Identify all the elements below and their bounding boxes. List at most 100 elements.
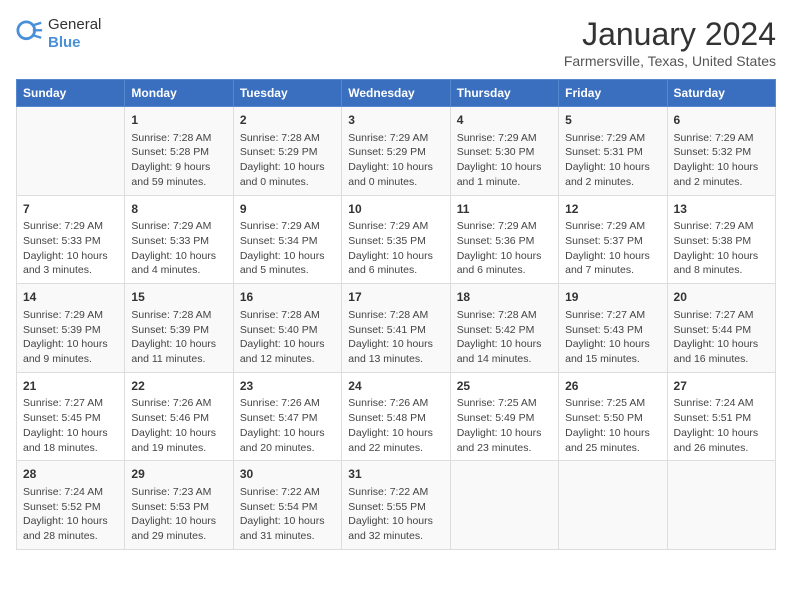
calendar-row-2: 7Sunrise: 7:29 AM Sunset: 5:33 PM Daylig… [17, 195, 776, 284]
calendar-row-5: 28Sunrise: 7:24 AM Sunset: 5:52 PM Dayli… [17, 461, 776, 550]
logo-line1: General [48, 16, 101, 34]
page-header: General Blue January 2024 Farmersville, … [16, 16, 776, 69]
calendar-title: January 2024 [564, 16, 776, 53]
weekday-header-saturday: Saturday [667, 80, 775, 107]
day-number: 11 [457, 201, 552, 218]
day-number: 9 [240, 201, 335, 218]
day-info: Sunrise: 7:28 AM Sunset: 5:41 PM Dayligh… [348, 308, 443, 367]
day-number: 29 [131, 466, 226, 483]
calendar-cell: 13Sunrise: 7:29 AM Sunset: 5:38 PM Dayli… [667, 195, 775, 284]
day-number: 20 [674, 289, 769, 306]
day-number: 2 [240, 112, 335, 129]
calendar-cell: 25Sunrise: 7:25 AM Sunset: 5:49 PM Dayli… [450, 372, 558, 461]
day-info: Sunrise: 7:25 AM Sunset: 5:50 PM Dayligh… [565, 396, 660, 455]
calendar-cell: 11Sunrise: 7:29 AM Sunset: 5:36 PM Dayli… [450, 195, 558, 284]
calendar-cell: 2 Sunrise: 7:28 AM Sunset: 5:29 PM Daylig… [233, 107, 341, 196]
day-info: Sunrise: 7:29 AM Sunset: 5:38 PM Dayligh… [674, 219, 769, 278]
calendar-cell: 26Sunrise: 7:25 AM Sunset: 5:50 PM Dayli… [559, 372, 667, 461]
calendar-cell [559, 461, 667, 550]
calendar-cell: 10Sunrise: 7:29 AM Sunset: 5:35 PM Dayli… [342, 195, 450, 284]
day-info: Sunrise: 7:28 AM Sunset: 5:40 PM Dayligh… [240, 308, 335, 367]
calendar-cell: 3Sunrise: 7:29 AM Sunset: 5:29 PM Daylig… [342, 107, 450, 196]
day-info: Sunrise: 7:26 AM Sunset: 5:48 PM Dayligh… [348, 396, 443, 455]
day-number: 15 [131, 289, 226, 306]
day-info: Sunrise: 7:29 AM Sunset: 5:32 PM Dayligh… [674, 131, 769, 190]
calendar-row-3: 14 Sunrise: 7:29 AM Sunset: 5:39 PM Dayli… [17, 284, 776, 373]
calendar-table: SundayMondayTuesdayWednesdayThursdayFrid… [16, 79, 776, 550]
day-number: 4 [457, 112, 552, 129]
logo-line2: Blue [48, 34, 101, 52]
calendar-cell: 15 Sunrise: 7:28 AM Sunset: 5:39 PM Dayli… [125, 284, 233, 373]
day-info: Sunrise: 7:29 AM Sunset: 5:34 PM Dayligh… [240, 219, 335, 278]
calendar-cell: 24Sunrise: 7:26 AM Sunset: 5:48 PM Dayli… [342, 372, 450, 461]
day-number: 17 [348, 289, 443, 306]
weekday-header-thursday: Thursday [450, 80, 558, 107]
weekday-header-friday: Friday [559, 80, 667, 107]
day-number: 16 [240, 289, 335, 306]
day-number: 30 [240, 466, 335, 483]
day-info: Sunrise: 7:27 AM Sunset: 5:45 PM Dayligh… [23, 396, 118, 455]
day-number: 31 [348, 466, 443, 483]
calendar-cell: 17 Sunrise: 7:28 AM Sunset: 5:41 PM Dayli… [342, 284, 450, 373]
day-number: 26 [565, 378, 660, 395]
logo: General Blue [16, 16, 101, 52]
day-number: 27 [674, 378, 769, 395]
calendar-cell: 7Sunrise: 7:29 AM Sunset: 5:33 PM Daylig… [17, 195, 125, 284]
day-info: Sunrise: 7:28 AM Sunset: 5:42 PM Dayligh… [457, 308, 552, 367]
calendar-cell: 4 Sunrise: 7:29 AM Sunset: 5:30 PM Daylig… [450, 107, 558, 196]
day-number: 7 [23, 201, 118, 218]
day-number: 18 [457, 289, 552, 306]
calendar-cell: 23Sunrise: 7:26 AM Sunset: 5:47 PM Dayli… [233, 372, 341, 461]
calendar-cell: 16 Sunrise: 7:28 AM Sunset: 5:40 PM Dayli… [233, 284, 341, 373]
weekday-header-monday: Monday [125, 80, 233, 107]
day-number: 13 [674, 201, 769, 218]
day-number: 1 [131, 112, 226, 129]
day-info: Sunrise: 7:28 AM Sunset: 5:39 PM Dayligh… [131, 308, 226, 367]
calendar-cell: 20 Sunrise: 7:27 AM Sunset: 5:44 PM Dayli… [667, 284, 775, 373]
day-info: Sunrise: 7:29 AM Sunset: 5:30 PM Dayligh… [457, 131, 552, 190]
calendar-cell: 5Sunrise: 7:29 AM Sunset: 5:31 PM Daylig… [559, 107, 667, 196]
day-info: Sunrise: 7:29 AM Sunset: 5:39 PM Dayligh… [23, 308, 118, 367]
day-info: Sunrise: 7:28 AM Sunset: 5:28 PM Dayligh… [131, 131, 226, 190]
calendar-cell: 19 Sunrise: 7:27 AM Sunset: 5:43 PM Dayli… [559, 284, 667, 373]
day-number: 21 [23, 378, 118, 395]
calendar-cell: 22Sunrise: 7:26 AM Sunset: 5:46 PM Dayli… [125, 372, 233, 461]
calendar-subtitle: Farmersville, Texas, United States [564, 53, 776, 69]
day-number: 24 [348, 378, 443, 395]
calendar-cell [667, 461, 775, 550]
weekday-header-sunday: Sunday [17, 80, 125, 107]
title-block: January 2024 Farmersville, Texas, United… [564, 16, 776, 69]
day-info: Sunrise: 7:26 AM Sunset: 5:47 PM Dayligh… [240, 396, 335, 455]
day-number: 22 [131, 378, 226, 395]
day-number: 23 [240, 378, 335, 395]
day-info: Sunrise: 7:29 AM Sunset: 5:35 PM Dayligh… [348, 219, 443, 278]
day-info: Sunrise: 7:28 AM Sunset: 5:29 PM Dayligh… [240, 131, 335, 190]
day-number: 3 [348, 112, 443, 129]
calendar-cell: 9Sunrise: 7:29 AM Sunset: 5:34 PM Daylig… [233, 195, 341, 284]
day-info: Sunrise: 7:22 AM Sunset: 5:55 PM Dayligh… [348, 485, 443, 544]
calendar-cell: 27Sunrise: 7:24 AM Sunset: 5:51 PM Dayli… [667, 372, 775, 461]
calendar-cell: 8Sunrise: 7:29 AM Sunset: 5:33 PM Daylig… [125, 195, 233, 284]
calendar-cell: 31 Sunrise: 7:22 AM Sunset: 5:55 PM Dayli… [342, 461, 450, 550]
day-info: Sunrise: 7:26 AM Sunset: 5:46 PM Dayligh… [131, 396, 226, 455]
day-number: 6 [674, 112, 769, 129]
day-number: 10 [348, 201, 443, 218]
day-number: 28 [23, 466, 118, 483]
calendar-cell [17, 107, 125, 196]
calendar-cell: 29 Sunrise: 7:23 AM Sunset: 5:53 PM Dayli… [125, 461, 233, 550]
day-info: Sunrise: 7:25 AM Sunset: 5:49 PM Dayligh… [457, 396, 552, 455]
calendar-cell: 18 Sunrise: 7:28 AM Sunset: 5:42 PM Dayli… [450, 284, 558, 373]
day-number: 8 [131, 201, 226, 218]
day-info: Sunrise: 7:29 AM Sunset: 5:36 PM Dayligh… [457, 219, 552, 278]
weekday-header-row: SundayMondayTuesdayWednesdayThursdayFrid… [17, 80, 776, 107]
day-info: Sunrise: 7:23 AM Sunset: 5:53 PM Dayligh… [131, 485, 226, 544]
calendar-cell: 28Sunrise: 7:24 AM Sunset: 5:52 PM Dayli… [17, 461, 125, 550]
day-info: Sunrise: 7:29 AM Sunset: 5:33 PM Dayligh… [23, 219, 118, 278]
calendar-cell: 6 Sunrise: 7:29 AM Sunset: 5:32 PM Daylig… [667, 107, 775, 196]
calendar-cell: 1 Sunrise: 7:28 AM Sunset: 5:28 PM Daylig… [125, 107, 233, 196]
day-number: 19 [565, 289, 660, 306]
day-info: Sunrise: 7:27 AM Sunset: 5:44 PM Dayligh… [674, 308, 769, 367]
weekday-header-wednesday: Wednesday [342, 80, 450, 107]
day-number: 14 [23, 289, 118, 306]
day-info: Sunrise: 7:27 AM Sunset: 5:43 PM Dayligh… [565, 308, 660, 367]
